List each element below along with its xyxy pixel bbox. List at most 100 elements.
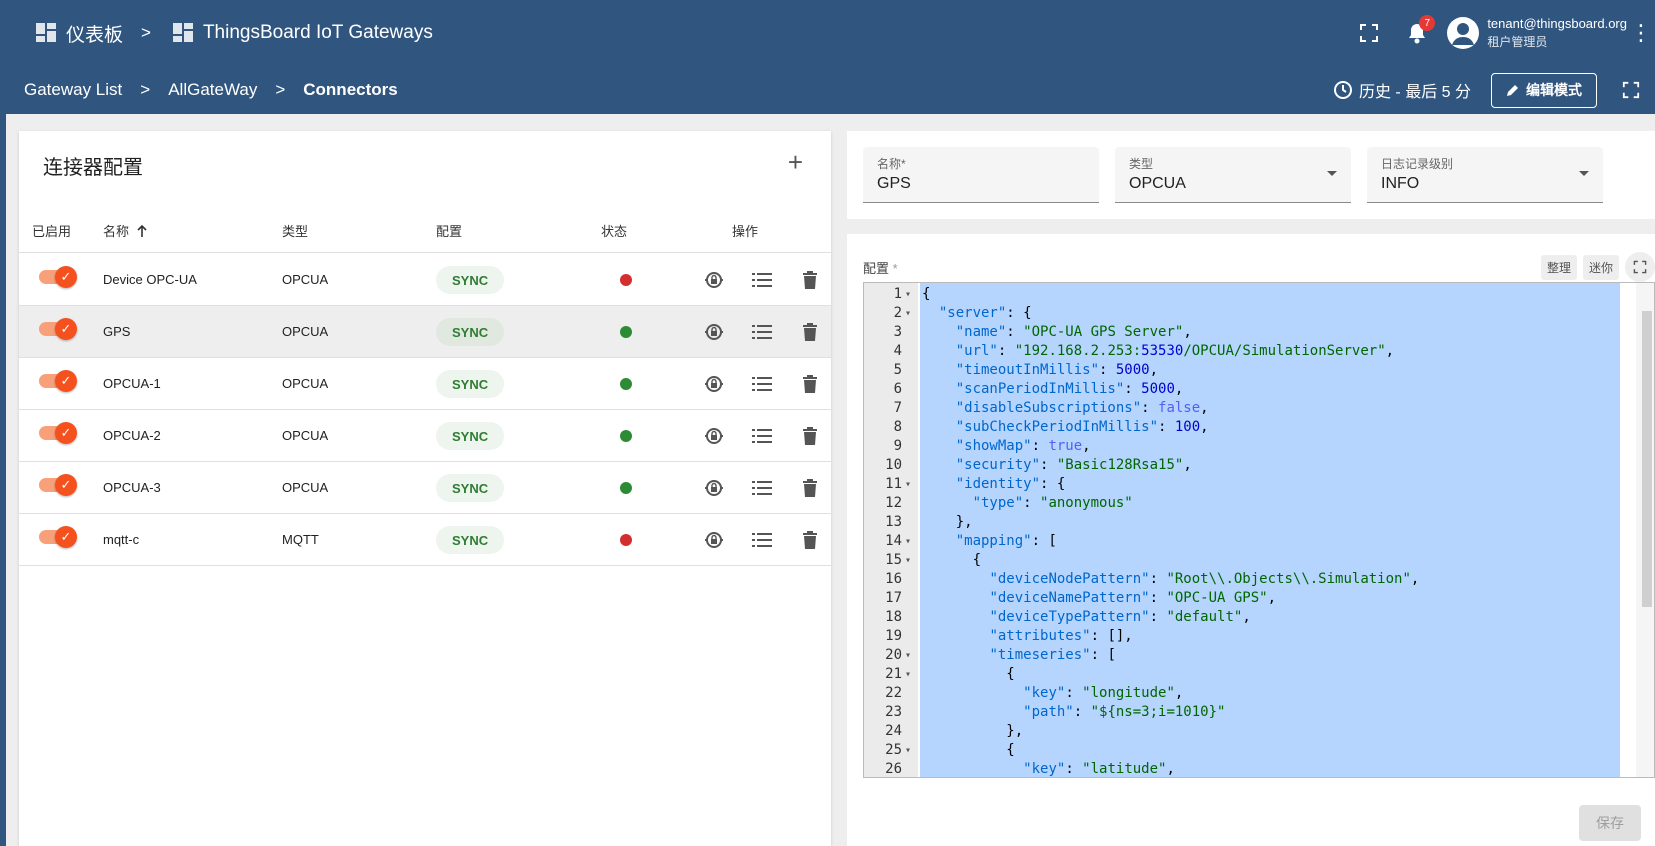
code-text: },	[922, 514, 973, 530]
enabled-toggle[interactable]: ✓	[39, 370, 77, 392]
fold-arrow-icon[interactable]: ▾	[905, 532, 911, 551]
scrollbar-thumb[interactable]	[1642, 311, 1652, 607]
rpc-button[interactable]	[702, 320, 726, 344]
enabled-toggle[interactable]: ✓	[39, 266, 77, 288]
code-text: {	[922, 286, 931, 302]
config-editor-card: 配置 * 整理 迷你 1 ▾{2 ▾ "server": {3 "name": "O…	[847, 234, 1655, 846]
table-row[interactable]: ✓ mqtt-c MQTT SYNC	[19, 514, 831, 566]
rpc-button[interactable]	[702, 528, 726, 552]
code-line: 8 "subCheckPeriodInMillis": 100,	[864, 418, 1624, 437]
editor-fullscreen-button[interactable]	[1625, 252, 1655, 282]
pencil-icon	[1507, 85, 1518, 96]
connector-settings-card: 名称* GPS 类型 OPCUA 日志记录级别 INFO	[847, 131, 1655, 219]
col-status[interactable]: 状态	[601, 209, 627, 252]
code-line: 9 "showMap": true,	[864, 437, 1624, 456]
edit-mode-button[interactable]: 编辑模式	[1491, 72, 1597, 108]
dashboards-link[interactable]: 仪表板	[36, 20, 123, 47]
log-level-select[interactable]: 日志记录级别 INFO	[1367, 147, 1603, 203]
code-text: "disableSubscriptions": false,	[955, 400, 1209, 416]
log-level-value: INFO	[1381, 175, 1420, 192]
col-enabled[interactable]: 已启用	[32, 209, 71, 252]
rpc-button[interactable]	[702, 476, 726, 500]
code-line: 5 "timeoutInMillis": 5000,	[864, 361, 1624, 380]
fold-arrow-icon[interactable]: ▾	[905, 475, 911, 494]
enabled-toggle[interactable]: ✓	[39, 526, 77, 548]
rpc-button[interactable]	[702, 268, 726, 292]
delete-button[interactable]	[798, 268, 822, 292]
connector-type: OPCUA	[282, 376, 329, 391]
rpc-lock-icon	[705, 376, 723, 392]
code-line: 24 },	[864, 722, 1624, 741]
table-row[interactable]: ✓ OPCUA-2 OPCUA SYNC	[19, 410, 831, 462]
list-icon	[752, 429, 772, 443]
save-button[interactable]: 保存	[1579, 805, 1641, 841]
delete-button[interactable]	[798, 372, 822, 396]
dashboard-title-crumb[interactable]: ThingsBoard IoT Gateways	[172, 22, 433, 44]
user-menu[interactable]: tenant@thingsboard.org 租户管理员	[1447, 15, 1627, 51]
type-select-value: OPCUA	[1129, 175, 1186, 192]
code-line: 23 "path": "${ns=3;i=1010}"	[864, 703, 1624, 722]
line-number: 12	[885, 495, 902, 511]
fold-arrow-icon[interactable]: ▾	[905, 741, 911, 760]
table-row[interactable]: ✓ OPCUA-1 OPCUA SYNC	[19, 358, 831, 410]
fold-arrow-icon[interactable]: ▾	[905, 304, 911, 323]
enabled-toggle[interactable]: ✓	[39, 422, 77, 444]
dashboard-title: ThingsBoard IoT Gateways	[202, 22, 433, 43]
line-number: 16	[885, 571, 902, 587]
fold-arrow-icon[interactable]: ▾	[905, 646, 911, 665]
notifications-button[interactable]: 7	[1393, 9, 1441, 57]
fold-arrow-icon[interactable]: ▾	[905, 551, 911, 570]
logs-button[interactable]	[750, 528, 774, 552]
table-row[interactable]: ✓ OPCUA-3 OPCUA SYNC	[19, 462, 831, 514]
minify-json-button[interactable]: 迷你	[1582, 254, 1619, 280]
code-line: 1 ▾ {	[864, 285, 1624, 304]
name-field[interactable]: 名称* GPS	[863, 147, 1099, 203]
rpc-button[interactable]	[702, 424, 726, 448]
add-connector-button[interactable]: +	[788, 147, 803, 178]
logs-button[interactable]	[750, 320, 774, 344]
history-timewindow-button[interactable]: 历史 - 最后 5 分	[1333, 78, 1471, 102]
code-line: 20 ▾ "timeseries": [	[864, 646, 1624, 665]
json-code-editor[interactable]: 1 ▾{2 ▾ "server": {3 "name": "OPC-UA GPS S…	[863, 282, 1655, 778]
fullscreen-button[interactable]	[1345, 9, 1393, 57]
code-text: "subCheckPeriodInMillis": 100,	[955, 419, 1209, 435]
fold-arrow-icon[interactable]: ▾	[905, 285, 911, 304]
enabled-toggle[interactable]: ✓	[39, 474, 77, 496]
rpc-button[interactable]	[702, 372, 726, 396]
list-icon	[752, 481, 772, 495]
config-sync-chip: SYNC	[436, 422, 505, 450]
dashboard-icon	[36, 23, 58, 43]
more-vert-icon[interactable]: ⋮	[1627, 20, 1655, 46]
type-select-label: 类型	[1129, 157, 1154, 171]
col-name[interactable]: 名称	[103, 209, 149, 252]
delete-button[interactable]	[798, 320, 822, 344]
delete-button[interactable]	[798, 476, 822, 500]
code-line: 3 "name": "OPC-UA GPS Server",	[864, 323, 1624, 342]
line-number: 23	[885, 704, 902, 720]
format-json-button[interactable]: 整理	[1540, 254, 1577, 280]
connector-name: Device OPC-UA	[103, 272, 197, 287]
logs-button[interactable]	[750, 476, 774, 500]
enabled-toggle[interactable]: ✓	[39, 318, 77, 340]
delete-button[interactable]	[798, 424, 822, 448]
delete-button[interactable]	[798, 528, 822, 552]
crumb-allgateway[interactable]: AllGateWay	[168, 80, 257, 100]
code-text: {	[922, 742, 1015, 758]
logs-button[interactable]	[750, 268, 774, 292]
col-type[interactable]: 类型	[282, 209, 308, 252]
code-text: "server": {	[938, 305, 1032, 321]
logs-button[interactable]	[750, 372, 774, 396]
fold-arrow-icon[interactable]: ▾	[905, 665, 911, 684]
logs-button[interactable]	[750, 424, 774, 448]
line-number: 5	[893, 362, 902, 378]
table-row[interactable]: ✓ Device OPC-UA OPCUA SYNC	[19, 254, 831, 306]
table-row[interactable]: ✓ GPS OPCUA SYNC	[19, 306, 831, 358]
name-field-label: 名称*	[877, 157, 906, 171]
connector-name: OPCUA-2	[103, 428, 161, 443]
status-dot	[620, 378, 632, 390]
crumb-gateway-list[interactable]: Gateway List	[24, 80, 122, 100]
col-config[interactable]: 配置	[436, 209, 462, 252]
dashboard-fullscreen-button[interactable]	[1611, 70, 1651, 110]
editor-scrollbar[interactable]	[1636, 283, 1654, 777]
type-select[interactable]: 类型 OPCUA	[1115, 147, 1351, 203]
